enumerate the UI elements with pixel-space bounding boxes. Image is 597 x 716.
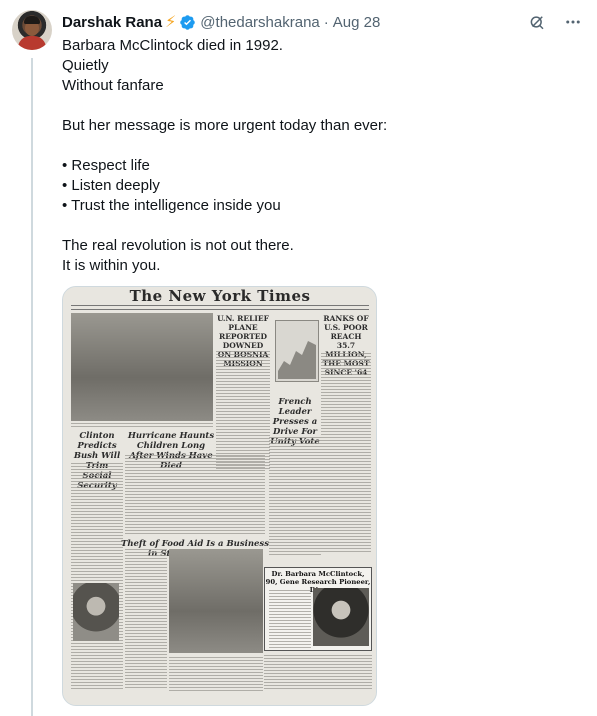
avatar[interactable]: [12, 10, 52, 50]
divider: [71, 309, 369, 310]
tweet-line: Quietly: [62, 57, 109, 74]
separator-dot: ·: [323, 13, 329, 31]
thread-line: [31, 58, 33, 716]
tweet-line: [62, 216, 582, 236]
tweet-line: Barbara McClintock died in 1992.: [62, 37, 283, 54]
tweet-line: [62, 136, 582, 156]
grok-icon[interactable]: [527, 12, 547, 32]
news-photo: [169, 549, 263, 653]
newspaper-chart: [275, 320, 319, 382]
newspaper-masthead: The New York Times: [129, 287, 311, 305]
tweet-text: Barbara McClintock died in 1992. Quietly…: [62, 36, 582, 276]
tweet-date[interactable]: Aug 28: [333, 14, 381, 31]
divider: [71, 305, 369, 306]
article-text: [125, 455, 265, 535]
news-photo: [73, 583, 119, 641]
tweet-line: • Respect life: [62, 157, 150, 174]
tweet-line: • Trust the intelligence inside you: [62, 197, 281, 214]
tweet-line: • Listen deeply: [62, 177, 160, 194]
mcclintock-photo: [313, 588, 369, 646]
article-text: [71, 463, 123, 691]
article-text: [264, 655, 372, 691]
tweet-line: [62, 96, 582, 116]
article-text: [169, 657, 263, 691]
photo-caption: [71, 423, 213, 427]
verified-badge-icon: [180, 14, 196, 30]
tweet-line: But her message is more urgent today tha…: [62, 117, 388, 134]
tweet-actions-top: [527, 12, 583, 32]
article-text: [321, 353, 371, 553]
article-text: [125, 549, 167, 689]
tweet-line: Without fanfare: [62, 77, 164, 94]
article-text: [269, 590, 311, 648]
article-text: [269, 437, 321, 557]
author-name[interactable]: Darshak Rana: [62, 14, 162, 31]
tweet-line: The real revolution is not out there.: [62, 237, 294, 254]
tweet-header: Darshak Rana ⚡ @thedarshakrana · Aug 28: [62, 11, 380, 33]
author-handle[interactable]: @thedarshakrana: [200, 14, 319, 31]
lightning-emoji: ⚡: [165, 14, 177, 31]
mcclintock-article: Dr. Barbara McClintock, 90, Gene Researc…: [264, 567, 372, 651]
tweet-line: It is within you.: [62, 257, 161, 274]
news-photo: [71, 313, 213, 421]
newspaper-page: The New York Times U.N. RELIEF PLANE REP…: [63, 287, 376, 705]
tweet-media-image[interactable]: The New York Times U.N. RELIEF PLANE REP…: [62, 286, 377, 706]
more-icon[interactable]: [563, 12, 583, 32]
article-text: [216, 351, 270, 471]
